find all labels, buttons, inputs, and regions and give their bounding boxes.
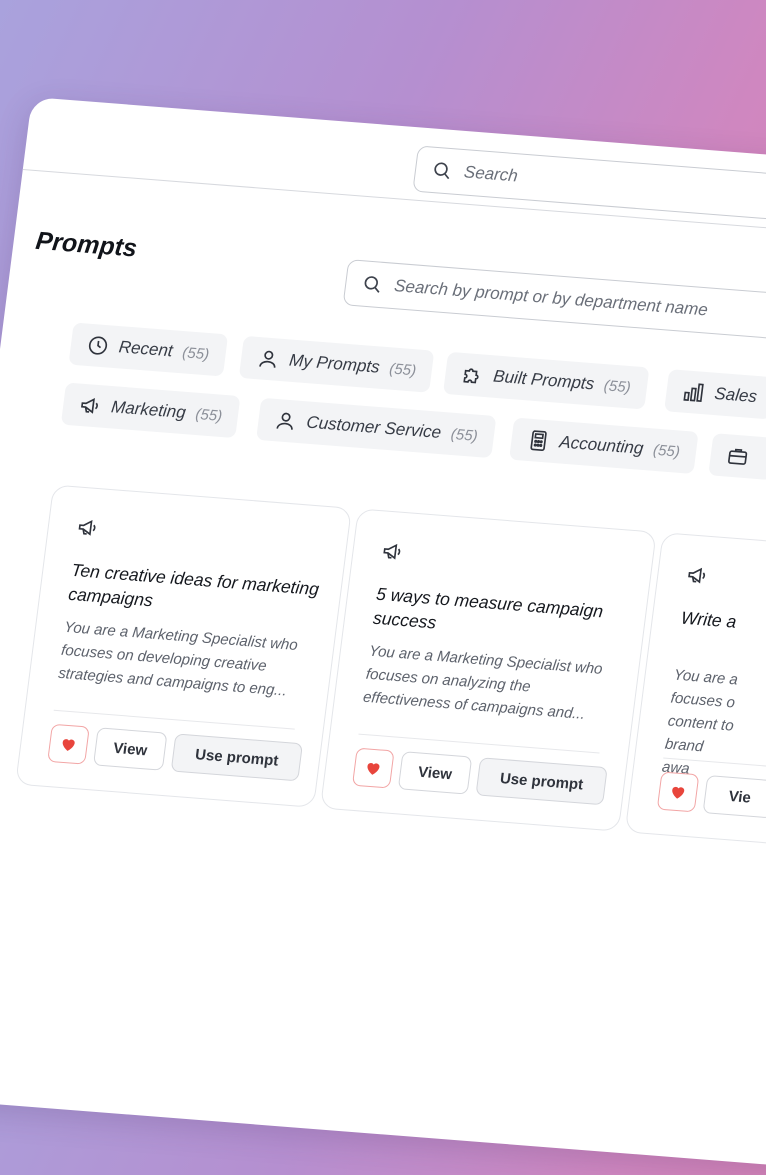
card-title: 5 ways to measure campaign success <box>372 583 605 633</box>
favorite-button[interactable] <box>351 747 395 789</box>
global-search-placeholder: Search <box>462 162 519 186</box>
prompt-card[interactable]: Ten creative ideas for marketing campaig… <box>15 484 353 808</box>
favorite-button[interactable] <box>47 723 90 765</box>
bar-chart-icon <box>681 380 706 404</box>
megaphone-icon <box>78 394 103 418</box>
category-chip-customer-service[interactable]: Customer Service (55) <box>256 397 497 459</box>
megaphone-icon <box>76 516 101 540</box>
global-search-input[interactable]: Search <box>412 145 766 236</box>
category-count: (55) <box>181 343 211 363</box>
heart-icon <box>668 782 688 801</box>
heart-icon <box>363 758 383 777</box>
category-count: (55) <box>388 359 418 379</box>
card-divider <box>358 733 600 754</box>
prompt-search-input[interactable]: Search by prompt or by department name <box>342 259 766 349</box>
card-divider <box>53 709 295 730</box>
card-description: You are a Marketing Specialist who focus… <box>57 618 299 700</box>
card-title: Ten creative ideas for marketing campaig… <box>67 559 321 611</box>
search-icon <box>431 160 453 182</box>
card-description: You are a Marketing Specialist who focus… <box>362 642 604 723</box>
clock-icon <box>86 334 111 358</box>
category-label: Accounting <box>558 432 645 458</box>
megaphone-icon <box>685 563 710 587</box>
category-label: Built Prompts <box>492 366 596 394</box>
category-label: Recent <box>117 337 174 361</box>
category-count: (55) <box>449 425 479 445</box>
user-icon <box>273 409 298 433</box>
category-label: Sales <box>713 383 759 407</box>
prompt-search-placeholder: Search by prompt or by department name <box>393 275 709 320</box>
use-prompt-button[interactable]: Use prompt <box>475 757 608 806</box>
category-count: (55) <box>602 376 632 396</box>
category-count: (55) <box>652 441 681 461</box>
puzzle-icon <box>460 363 485 387</box>
search-icon <box>361 273 383 295</box>
calculator-icon <box>526 429 551 453</box>
category-chip-built-prompts[interactable]: Built Prompts (55) <box>442 351 650 410</box>
heart-icon <box>58 735 78 754</box>
category-chip-recent[interactable]: Recent (55) <box>68 322 228 377</box>
prompt-card[interactable]: 5 ways to measure campaign success You a… <box>319 508 657 832</box>
user-icon <box>256 347 281 371</box>
page-title: Prompts <box>34 226 139 263</box>
category-label: My Prompts <box>288 350 381 377</box>
prompts-window: Search Prompts Search by prompt or by de… <box>0 97 766 1175</box>
category-count: (55) <box>194 405 224 425</box>
category-chip-marketing[interactable]: Marketing (55) <box>60 382 241 439</box>
card-description: You are a focuses o content to brand awa <box>661 666 739 778</box>
megaphone-icon <box>380 540 405 564</box>
category-label: Marketing <box>110 397 187 423</box>
use-prompt-button[interactable]: Use prompt <box>170 733 303 782</box>
briefcase-icon <box>725 444 750 468</box>
category-chip-operations[interactable] <box>708 433 766 481</box>
category-label: Customer Service <box>305 412 443 443</box>
view-button[interactable]: Vie <box>702 775 766 819</box>
card-title: Write a <box>679 607 738 632</box>
favorite-button[interactable] <box>656 771 700 813</box>
category-chip-my-prompts[interactable]: My Prompts (55) <box>238 335 435 393</box>
top-bar: Search <box>22 97 766 248</box>
category-chip-accounting[interactable]: Accounting (55) <box>509 417 699 474</box>
category-chip-sales[interactable]: Sales <box>664 369 766 420</box>
view-button[interactable]: View <box>92 727 168 771</box>
view-button[interactable]: View <box>397 751 473 795</box>
